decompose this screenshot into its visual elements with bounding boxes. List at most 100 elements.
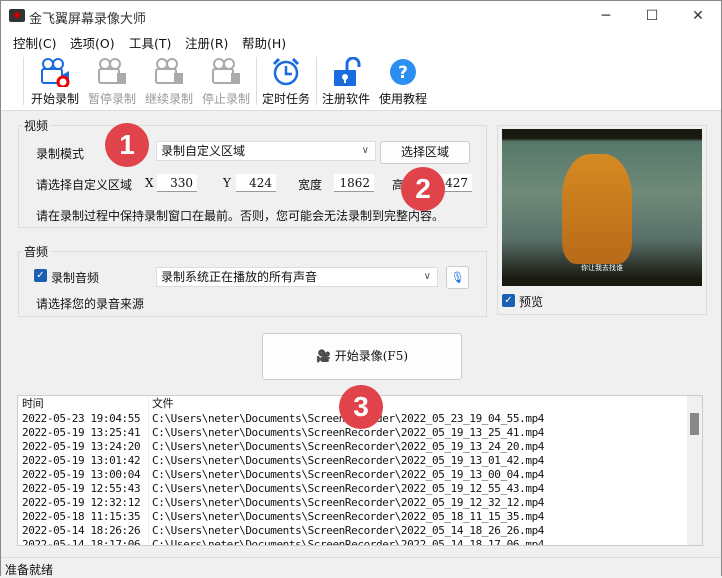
row-file: C:\Users\neter\Documents\ScreenRecorder\…: [152, 510, 545, 523]
register-button[interactable]: 注册软件: [317, 55, 375, 109]
column-header-time[interactable]: 时间: [22, 397, 44, 411]
row-time: 2022-05-14 18:26:26: [22, 524, 141, 537]
step-badge-1: 1: [105, 123, 149, 167]
start-recording-label: 开始录像(F5): [334, 349, 409, 363]
row-time: 2022-05-14 18:17:06: [22, 538, 141, 546]
record-audio-checkbox[interactable]: ✓: [34, 269, 47, 282]
row-time: 2022-05-19 13:25:41: [22, 426, 141, 439]
row-file: C:\Users\neter\Documents\ScreenRecorder\…: [152, 440, 545, 453]
resume-record-label: 继续录制: [144, 92, 193, 106]
alarm-clock-icon: [272, 57, 300, 86]
row-time: 2022-05-23 19:04:55: [22, 412, 141, 425]
chevron-down-icon: ∨: [423, 271, 431, 282]
row-file: C:\Users\neter\Documents\ScreenRecorder\…: [152, 482, 545, 495]
preview-label: 预览: [519, 295, 544, 309]
tutorial-button[interactable]: ? 使用教程: [374, 55, 432, 109]
width-label: 宽度: [298, 178, 323, 192]
table-row[interactable]: 2022-05-18 11:15:35 C:\Users\neter\Docume…: [18, 510, 688, 524]
row-file: C:\Users\neter\Documents\ScreenRecorder\…: [152, 426, 545, 439]
chevron-down-icon: ∨: [361, 145, 369, 156]
row-file: C:\Users\neter\Documents\ScreenRecorder\…: [152, 538, 545, 546]
menu-bar: 控制(C) 选项(O) 工具(T) 注册(R) 帮助(H): [1, 31, 721, 51]
audio-group-label: 音频: [22, 243, 51, 260]
title-bar: 金飞翼屏幕录像大师 ─ ☐ ✕: [1, 1, 721, 31]
table-row[interactable]: 2022-05-14 18:17:06 C:\Users\neter\Docume…: [18, 538, 688, 546]
unlock-icon: [334, 56, 361, 86]
close-button[interactable]: ✕: [675, 1, 721, 31]
scheduled-task-label: 定时任务: [261, 92, 310, 106]
record-mode-label: 录制模式: [36, 147, 85, 161]
camera-record-icon: [41, 58, 70, 89]
y-input[interactable]: 424: [236, 174, 276, 192]
tutorial-label: 使用教程: [378, 92, 427, 106]
row-file: C:\Users\neter\Documents\ScreenRecorder\…: [152, 468, 545, 481]
table-row[interactable]: 2022-05-19 13:00:04 C:\Users\neter\Docume…: [18, 468, 688, 482]
preview-character: [562, 154, 632, 264]
row-time: 2022-05-19 13:00:04: [22, 468, 141, 481]
custom-area-label: 请选择自定义区域: [36, 178, 133, 192]
toolbar-separator: [23, 57, 24, 105]
scheduled-task-button[interactable]: 定时任务: [257, 55, 315, 109]
step-badge-2: 2: [401, 167, 445, 211]
preview-image: 你让我去找谁: [502, 129, 702, 286]
status-text: 准备就绪: [5, 563, 54, 577]
audio-source-hint: 请选择您的录音来源: [36, 297, 145, 311]
menu-control[interactable]: 控制(C): [13, 33, 56, 52]
table-row[interactable]: 2022-05-19 13:01:42 C:\Users\neter\Docume…: [18, 454, 688, 468]
start-record-button[interactable]: 开始录制: [26, 55, 84, 109]
stop-record-button[interactable]: 停止录制: [197, 55, 255, 109]
pause-record-label: 暂停录制: [87, 92, 136, 106]
minimize-button[interactable]: ─: [583, 1, 629, 31]
select-area-button[interactable]: 选择区域: [380, 141, 470, 164]
camera-pause-icon: [98, 58, 126, 84]
help-icon: ?: [390, 59, 416, 85]
record-audio-label: 录制音频: [51, 271, 100, 285]
pause-record-button[interactable]: 暂停录制: [83, 55, 141, 109]
row-time: 2022-05-18 11:15:35: [22, 510, 141, 523]
row-file: C:\Users\neter\Documents\ScreenRecorder\…: [152, 454, 545, 467]
row-time: 2022-05-19 13:01:42: [22, 454, 141, 467]
record-mode-select[interactable]: 录制自定义区域 ∨: [156, 141, 376, 161]
record-mode-value: 录制自定义区域: [161, 144, 246, 158]
camera-stop-icon: [212, 58, 240, 84]
column-header-file[interactable]: 文件: [152, 397, 174, 411]
table-row[interactable]: 2022-05-19 12:55:43 C:\Users\neter\Docume…: [18, 482, 688, 496]
audio-source-select[interactable]: 录制系统正在播放的所有声音 ∨: [156, 267, 438, 287]
scrollbar-thumb[interactable]: [690, 413, 699, 435]
x-input[interactable]: 330: [157, 174, 197, 192]
row-file: C:\Users\neter\Documents\ScreenRecorder\…: [152, 496, 545, 509]
stop-record-label: 停止录制: [201, 92, 250, 106]
menu-register[interactable]: 注册(R): [185, 33, 228, 52]
resume-record-button[interactable]: 继续录制: [140, 55, 198, 109]
row-time: 2022-05-19 12:32:12: [22, 496, 141, 509]
table-row[interactable]: 2022-05-14 18:26:26 C:\Users\neter\Docume…: [18, 524, 688, 538]
maximize-button[interactable]: ☐: [629, 1, 675, 31]
video-hint: 请在录制过程中保持录制窗口在最前。否则，您可能会无法录制到完整内容。: [36, 209, 445, 223]
table-row[interactable]: 2022-05-19 13:25:41 C:\Users\neter\Docume…: [18, 426, 688, 440]
menu-help[interactable]: 帮助(H): [242, 33, 286, 52]
video-group-label: 视频: [22, 117, 51, 134]
width-input[interactable]: 1862: [334, 174, 374, 192]
camera-record-icon: 🎥: [315, 349, 331, 363]
step-badge-3: 3: [339, 385, 383, 429]
menu-options[interactable]: 选项(O): [70, 33, 115, 52]
row-file: C:\Users\neter\Documents\ScreenRecorder\…: [152, 524, 545, 537]
table-row[interactable]: 2022-05-19 13:24:20 C:\Users\neter\Docume…: [18, 440, 688, 454]
menu-tools[interactable]: 工具(T): [129, 33, 171, 52]
x-label: X: [145, 176, 154, 190]
audio-device-button[interactable]: 🎙: [446, 266, 469, 289]
row-time: 2022-05-19 13:24:20: [22, 440, 141, 453]
preview-checkbox[interactable]: ✓: [502, 294, 515, 307]
register-label: 注册软件: [321, 92, 370, 106]
scrollbar[interactable]: [687, 396, 702, 545]
row-time: 2022-05-19 12:55:43: [22, 482, 141, 495]
start-recording-button[interactable]: 🎥 开始录像(F5): [262, 333, 462, 380]
audio-source-value: 录制系统正在播放的所有声音: [161, 270, 318, 284]
microphone-icon: 🎙: [450, 271, 465, 284]
table-row[interactable]: 2022-05-19 12:32:12 C:\Users\neter\Docume…: [18, 496, 688, 510]
status-bar: 准备就绪: [1, 557, 721, 577]
svg-text:?: ?: [398, 63, 408, 83]
window-title: 金飞翼屏幕录像大师: [29, 12, 147, 27]
toolbar: 开始录制 暂停录制 继续录制 停止录制 定时任务 注册软件 ? 使用教程: [1, 51, 721, 111]
camera-resume-icon: [155, 58, 183, 84]
